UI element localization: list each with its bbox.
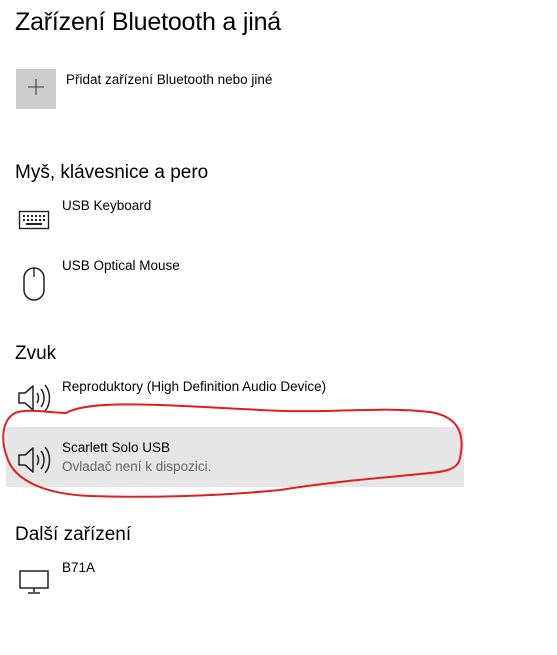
device-name: USB Keyboard xyxy=(62,198,152,213)
device-b71a[interactable]: B71A xyxy=(6,556,464,616)
speaker-icon xyxy=(16,442,52,478)
device-name: Scarlett Solo USB xyxy=(62,440,171,455)
device-name: USB Optical Mouse xyxy=(62,258,180,273)
device-usb-keyboard[interactable]: USB Keyboard xyxy=(6,194,464,254)
add-device-label: Přidat zařízení Bluetooth nebo jiné xyxy=(66,72,273,87)
page-title: Zařízení Bluetooth a jiná xyxy=(15,8,281,36)
section-title-input: Myš, klávesnice a pero xyxy=(15,162,209,183)
mouse-icon xyxy=(16,266,52,302)
device-reproduktory[interactable]: Reproduktory (High Definition Audio Devi… xyxy=(6,375,464,435)
device-name: Reproduktory (High Definition Audio Devi… xyxy=(62,379,327,394)
device-status: Ovladač není k dispozici. xyxy=(62,459,212,474)
monitor-icon xyxy=(16,564,52,600)
device-scarlett-solo-usb[interactable]: Scarlett Solo USB Ovladač není k dispozi… xyxy=(6,427,464,487)
section-title-audio: Zvuk xyxy=(15,343,57,364)
section-title-other: Další zařízení xyxy=(15,524,132,545)
plus-icon xyxy=(27,78,45,101)
add-device-button[interactable]: Přidat zařízení Bluetooth nebo jiné xyxy=(16,69,272,109)
keyboard-icon xyxy=(16,202,52,238)
device-usb-optical-mouse[interactable]: USB Optical Mouse xyxy=(6,254,464,314)
speaker-icon xyxy=(16,380,52,416)
add-device-tile[interactable] xyxy=(16,69,56,109)
device-name: B71A xyxy=(62,560,96,575)
